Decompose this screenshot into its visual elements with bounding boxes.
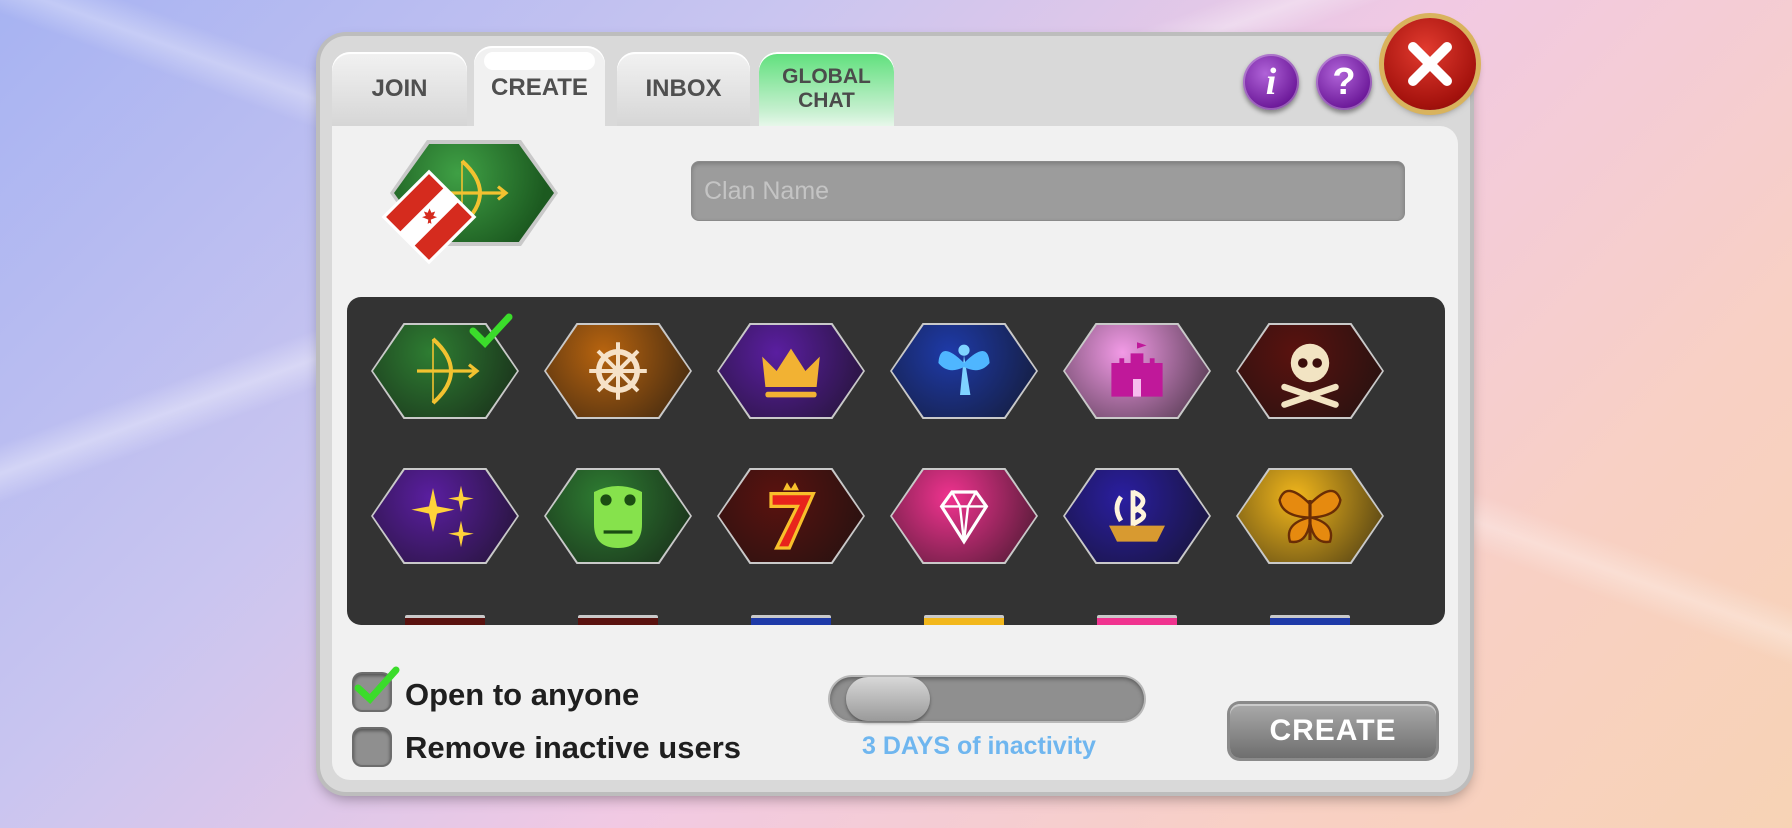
emblem-partial[interactable] bbox=[1097, 615, 1177, 625]
galleon-icon bbox=[1109, 489, 1165, 542]
diamond-icon bbox=[939, 490, 989, 545]
emblem-fairy[interactable] bbox=[890, 323, 1038, 419]
emblem-galleon[interactable] bbox=[1063, 468, 1211, 564]
tab-inbox-label: INBOX bbox=[645, 75, 722, 102]
emblem-partial[interactable] bbox=[578, 615, 658, 625]
tab-join[interactable]: JOIN bbox=[332, 52, 467, 126]
emblem-bow-and-arrow[interactable] bbox=[371, 313, 519, 419]
butterfly-icon bbox=[1278, 489, 1342, 544]
open-to-anyone-label: Open to anyone bbox=[405, 677, 640, 712]
ship-wheel-icon bbox=[589, 342, 647, 400]
inactivity-slider-thumb[interactable] bbox=[846, 677, 930, 721]
close-button[interactable] bbox=[1384, 18, 1476, 110]
emblem-grid[interactable] bbox=[347, 297, 1445, 625]
help-icon[interactable]: ? bbox=[1316, 54, 1372, 110]
emblem-lucky-seven[interactable] bbox=[717, 468, 865, 564]
emblem-partial[interactable] bbox=[405, 615, 485, 625]
tab-inbox[interactable]: INBOX bbox=[617, 52, 750, 126]
inactivity-label: 3 DAYS of inactivity bbox=[862, 732, 1096, 760]
skull-crossbones-icon bbox=[1281, 343, 1339, 408]
crown-icon bbox=[762, 348, 820, 398]
crocodile-icon bbox=[594, 486, 642, 548]
tab-create[interactable]: CREATE bbox=[474, 46, 605, 130]
selected-checkmark-icon bbox=[469, 313, 513, 349]
sparkles-icon bbox=[411, 485, 474, 548]
emblem-partial[interactable] bbox=[1270, 615, 1350, 625]
remove-inactive-label: Remove inactive users bbox=[405, 730, 742, 765]
emblem-skull-crossbones[interactable] bbox=[1236, 323, 1384, 419]
info-icon[interactable]: i bbox=[1243, 54, 1299, 110]
tab-join-label: JOIN bbox=[371, 75, 428, 102]
remove-inactive-checkbox[interactable] bbox=[354, 729, 390, 765]
emblem-crocodile[interactable] bbox=[544, 468, 692, 564]
tab-global-chat[interactable]: GLOBAL CHAT bbox=[759, 52, 894, 126]
open-to-anyone-checkbox[interactable] bbox=[354, 666, 400, 710]
emblem-butterfly[interactable] bbox=[1236, 468, 1384, 564]
tab-global-chat-label: GLOBAL CHAT bbox=[782, 65, 871, 112]
create-button[interactable]: CREATE bbox=[1230, 704, 1436, 758]
clan-name-input[interactable] bbox=[691, 161, 1405, 221]
emblem-diamond[interactable] bbox=[890, 468, 1038, 564]
emblem-sparkles[interactable] bbox=[371, 468, 519, 564]
checkmark-icon bbox=[354, 666, 400, 704]
fairy-icon bbox=[938, 344, 990, 395]
close-icon bbox=[1408, 42, 1452, 86]
emblem-partial[interactable] bbox=[924, 615, 1004, 625]
castle-icon bbox=[1111, 342, 1163, 397]
emblem-partial[interactable] bbox=[751, 615, 831, 625]
emblem-crown[interactable] bbox=[717, 323, 865, 419]
clan-emblem-preview bbox=[385, 140, 558, 261]
emblem-ship-wheel[interactable] bbox=[544, 323, 692, 419]
lucky-seven-icon bbox=[769, 482, 816, 550]
emblem-castle[interactable] bbox=[1063, 323, 1211, 419]
tab-create-label: CREATE bbox=[491, 74, 588, 101]
